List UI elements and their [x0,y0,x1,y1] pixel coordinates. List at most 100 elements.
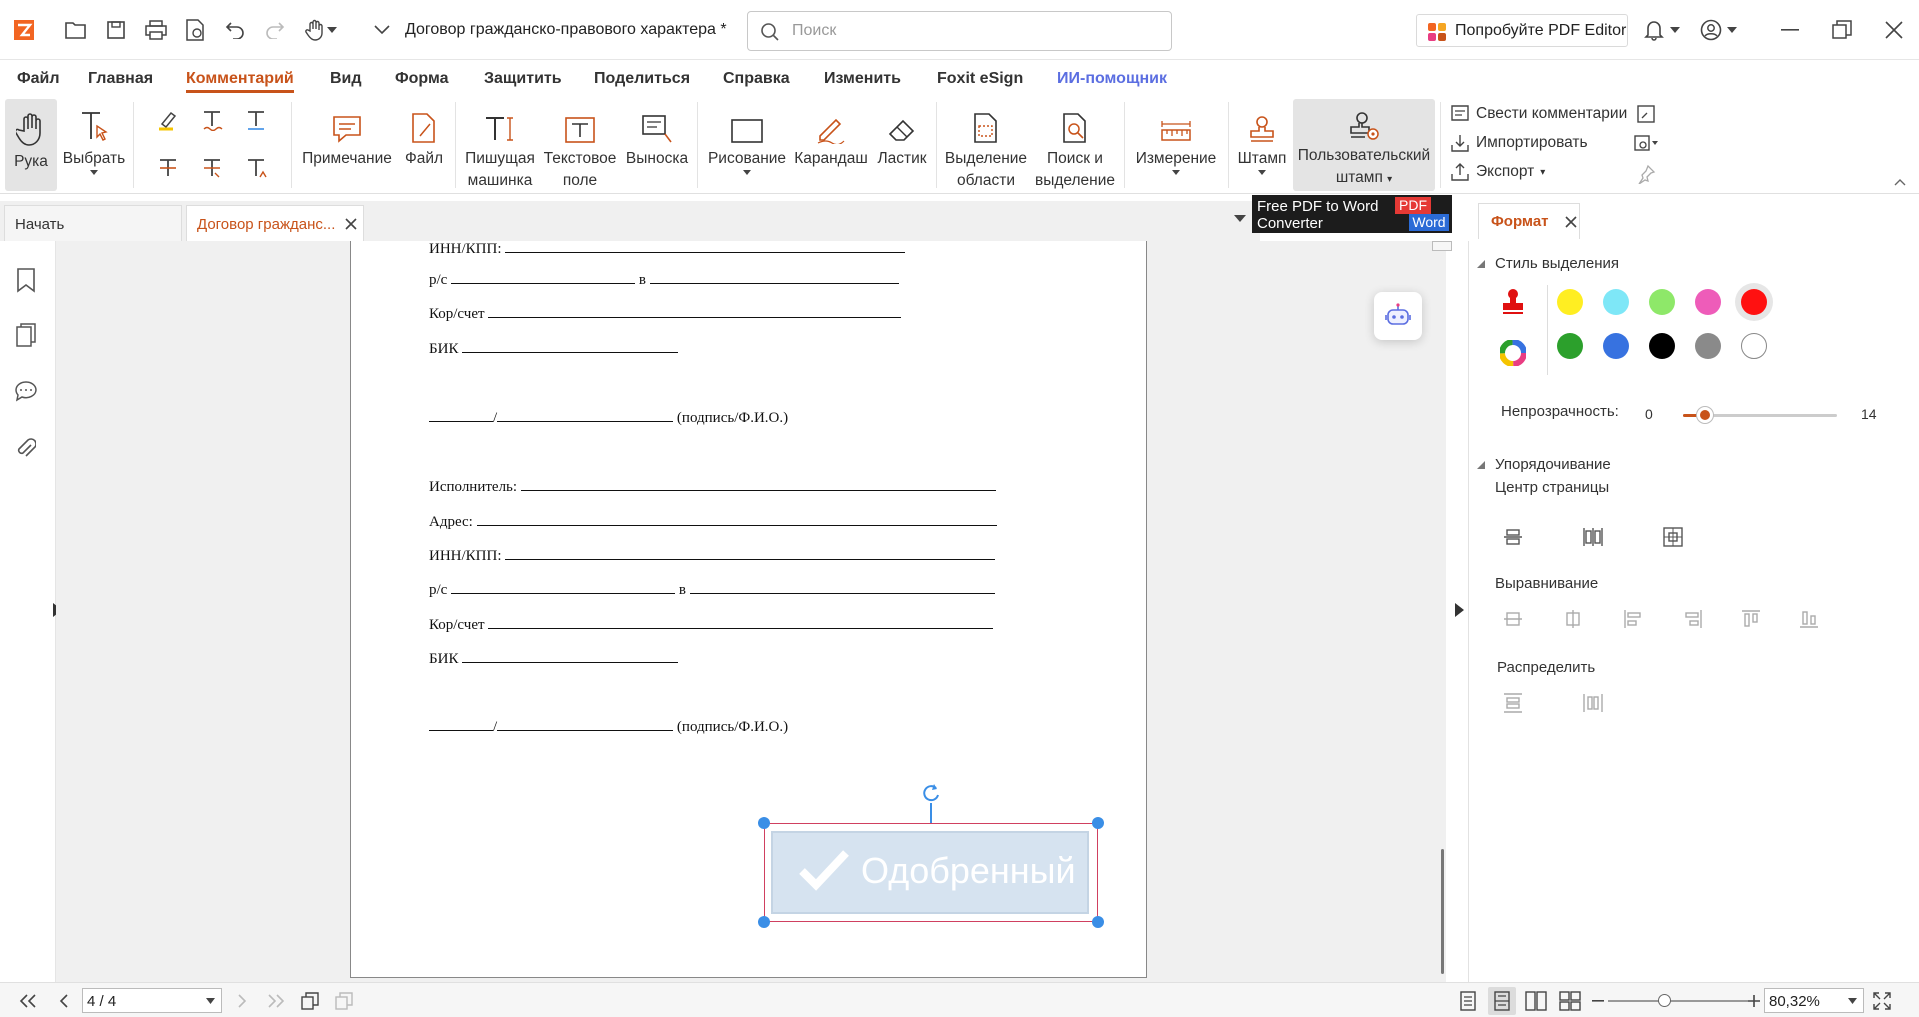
center-both-icon[interactable] [1659,523,1687,551]
center-vertical-icon[interactable] [1579,523,1607,551]
pin-icon[interactable] [1632,160,1660,188]
opacity-slider-knob[interactable] [1697,407,1713,423]
color-swatch[interactable] [1557,333,1583,359]
distribute-vertical-icon[interactable] [1499,689,1527,717]
align-right-icon[interactable] [1679,605,1707,633]
menu-home[interactable]: Главная [88,70,153,88]
align-bottom-icon[interactable] [1795,605,1823,633]
resize-handle[interactable] [758,916,770,928]
replace-text-icon[interactable] [198,154,226,182]
select-tool-button[interactable]: Выбрать [61,96,127,194]
restore-icon[interactable] [1828,16,1856,44]
menu-protect[interactable]: Защитить [484,70,562,88]
expand-right-panel-icon[interactable] [1455,603,1464,617]
page-dropdown-icon[interactable] [206,998,215,1004]
note-button[interactable]: Примечание [300,96,394,194]
color-swatch[interactable] [1695,289,1721,315]
pages-icon[interactable] [12,321,40,349]
page-number-input[interactable]: 4 / 4 [82,988,222,1013]
zoom-slider-knob[interactable] [1658,994,1671,1007]
close-window-icon[interactable] [1880,16,1908,44]
save-icon[interactable] [102,16,130,44]
scroll-split-handle[interactable] [1432,241,1452,251]
resize-handle[interactable] [758,817,770,829]
new-doc-icon[interactable] [181,16,209,44]
paste-page-icon[interactable] [330,987,358,1015]
stamp-color-icon[interactable] [1500,288,1526,316]
quick-access-chevron-icon[interactable] [368,16,396,44]
account-chevron-icon[interactable] [1725,16,1739,44]
single-page-view-icon[interactable] [1454,987,1482,1015]
try-pdf-editor-button[interactable]: Попробуйте PDF Editor [1416,14,1628,47]
zoom-level-input[interactable]: 80,32% [1764,988,1864,1013]
align-left-icon[interactable] [1619,605,1647,633]
color-swatch[interactable] [1741,333,1767,359]
hand-tool-button[interactable]: Рука [5,99,57,191]
menu-help[interactable]: Справка [723,70,790,88]
menu-form[interactable]: Форма [395,70,449,88]
resize-handle[interactable] [1092,916,1104,928]
color-swatch[interactable] [1557,289,1583,315]
callout-button[interactable]: Выноска [622,96,692,194]
area-highlight-button[interactable]: Выделение области [942,96,1030,194]
tab-start[interactable]: Начать [4,205,182,241]
custom-stamp-button[interactable]: Пользовательский штамп ▾ [1293,99,1435,191]
file-attach-button[interactable]: Файл [400,96,448,194]
squiggly-icon[interactable] [198,106,226,134]
measure-button[interactable]: Измерение [1130,96,1222,194]
ai-assistant-button[interactable] [1374,292,1422,340]
typewriter-button[interactable]: Пишущая машинка [462,96,538,194]
resize-handle[interactable] [1092,817,1104,829]
attachment-icon[interactable] [12,435,40,463]
color-swatch[interactable] [1649,333,1675,359]
color-swatch[interactable] [1695,333,1721,359]
vertical-scrollbar[interactable] [1441,849,1444,974]
undo-icon[interactable] [221,16,249,44]
close-format-icon[interactable] [1565,216,1577,228]
color-swatch[interactable] [1603,333,1629,359]
comment-settings-icon[interactable] [1632,130,1660,158]
highlight-icon[interactable] [154,106,182,134]
color-wheel-icon[interactable] [1500,340,1526,366]
menu-view[interactable]: Вид [330,70,362,88]
section-collapse-icon[interactable] [1477,260,1485,268]
align-center-v-icon[interactable] [1559,605,1587,633]
menu-ai-assistant[interactable]: ИИ-помощник [1057,70,1167,88]
menu-comment[interactable]: Комментарий [186,70,294,93]
export-button[interactable]: Экспорт ▾ [1450,160,1545,184]
prev-page-icon[interactable] [50,987,78,1015]
continuous-view-icon[interactable] [1488,987,1516,1015]
drawing-button[interactable]: Рисование [704,96,790,194]
search-highlight-button[interactable]: Поиск и выделение [1032,96,1118,194]
zoom-slider[interactable] [1608,994,1748,1007]
color-swatch[interactable] [1649,289,1675,315]
menu-foxit-esign[interactable]: Foxit eSign [937,70,1023,88]
minimize-icon[interactable] [1776,16,1804,44]
insert-text-icon[interactable] [242,154,270,182]
rotate-handle-icon[interactable] [921,783,941,803]
print-icon[interactable] [142,16,170,44]
menu-share[interactable]: Поделиться [594,70,690,88]
continuous-facing-icon[interactable] [1556,987,1584,1015]
comments-panel-icon[interactable] [12,377,40,405]
center-horizontal-icon[interactable] [1499,523,1527,551]
approved-stamp[interactable]: Одобренный [764,823,1098,922]
tab-format[interactable]: Формат [1478,203,1580,239]
copy-page-icon[interactable] [296,987,324,1015]
strikeout-icon[interactable] [154,154,182,182]
pdf-to-word-ad[interactable]: Free PDF to Word Converter PDF Word [1252,195,1452,233]
next-page-icon[interactable] [228,987,256,1015]
tab-list-chevron-icon[interactable] [1234,215,1246,222]
menu-edit[interactable]: Изменить [824,70,901,88]
textbox-button[interactable]: Текстовое поле [542,96,618,194]
comment-list-icon[interactable] [1632,100,1660,128]
underline-icon[interactable] [242,106,270,134]
chevron-down-icon[interactable] [324,16,340,44]
open-folder-icon[interactable] [62,16,90,44]
facing-view-icon[interactable] [1522,987,1550,1015]
summarize-comments-button[interactable]: Свести комментарии [1450,102,1627,126]
stamp-button[interactable]: Штамп [1234,96,1290,194]
bell-chevron-icon[interactable] [1668,16,1682,44]
search-input[interactable]: Поиск [747,11,1172,51]
close-tab-icon[interactable] [345,218,357,230]
